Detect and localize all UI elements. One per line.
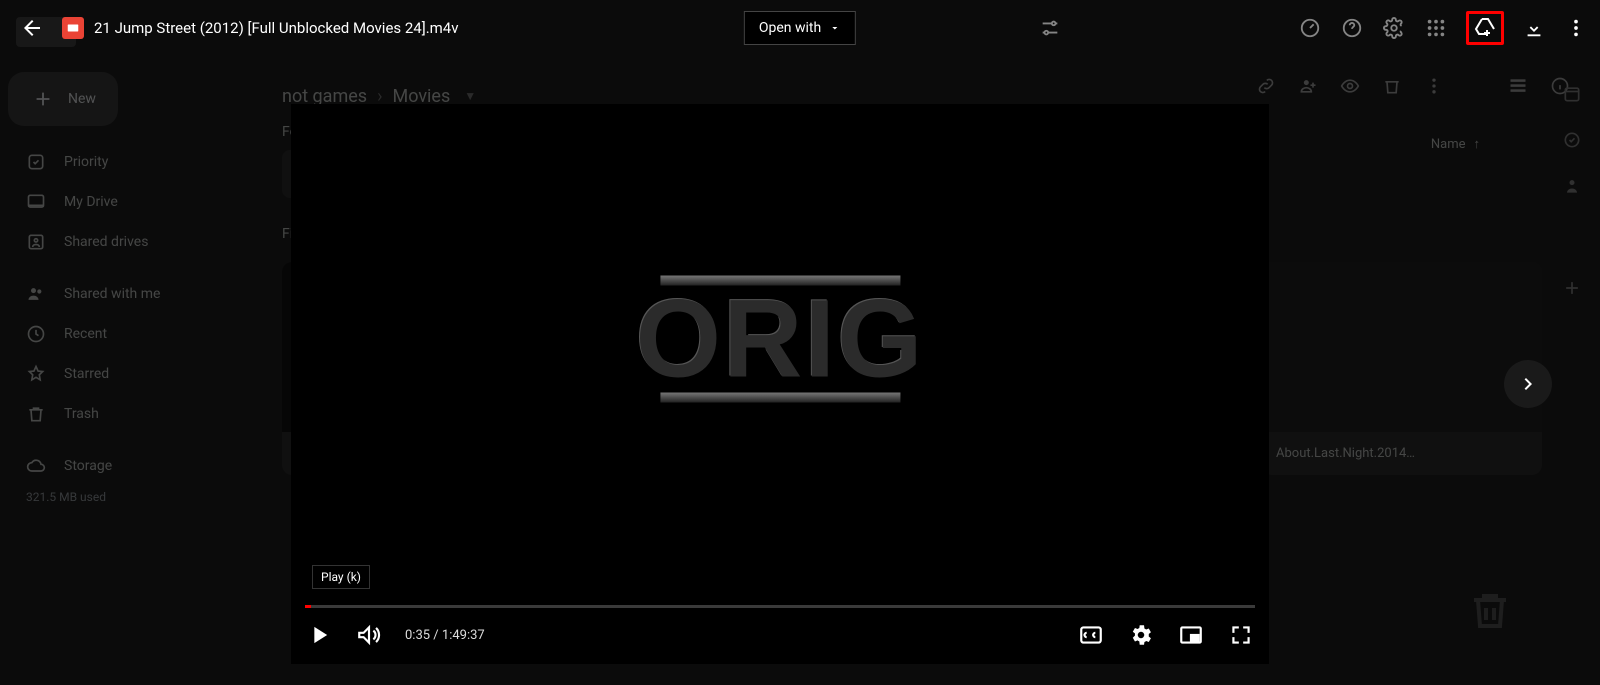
trash-icon[interactable] xyxy=(1382,76,1402,96)
drive-sidebar: New Priority My Drive Shared drives Shar… xyxy=(0,64,250,516)
chevron-down-icon xyxy=(829,22,841,34)
video-player[interactable]: ORIG 0:35 / 1:49:37 xyxy=(291,104,1269,664)
nav-label: Shared with me xyxy=(64,286,160,302)
preview-title: 21 Jump Street (2012) [Full Unblocked Mo… xyxy=(94,19,459,37)
chevron-down-icon[interactable]: ▼ xyxy=(464,89,476,103)
preview-top-right xyxy=(1038,11,1588,45)
back-button[interactable] xyxy=(12,8,52,48)
list-view-icon[interactable] xyxy=(1508,76,1528,96)
volume-button[interactable] xyxy=(355,621,383,649)
drive-icon xyxy=(26,192,46,212)
storage-used: 321.5 MB used xyxy=(8,486,242,508)
plus-icon xyxy=(32,88,54,110)
info-icon[interactable] xyxy=(1550,76,1570,96)
play-button[interactable] xyxy=(305,621,333,649)
nav-shared-drives[interactable]: Shared drives xyxy=(8,222,242,262)
trash-icon xyxy=(26,404,46,424)
nav-label: Starred xyxy=(64,366,109,382)
new-button-label: New xyxy=(68,91,96,107)
sliders-icon[interactable] xyxy=(1038,16,1062,40)
more-button[interactable] xyxy=(1564,16,1588,40)
apps-icon[interactable] xyxy=(1424,16,1448,40)
new-button[interactable]: New xyxy=(8,72,118,126)
miniplayer-button[interactable] xyxy=(1177,621,1205,649)
nav-starred[interactable]: Starred xyxy=(8,354,242,394)
nav-label: Trash xyxy=(64,406,99,422)
contacts-icon[interactable] xyxy=(1562,176,1582,196)
star-icon xyxy=(26,364,46,384)
keep-icon[interactable] xyxy=(1562,130,1582,150)
help-icon[interactable] xyxy=(1340,16,1364,40)
video-still: ORIG xyxy=(635,272,924,407)
captions-button[interactable] xyxy=(1077,621,1105,649)
cloud-icon xyxy=(26,456,46,476)
download-button[interactable] xyxy=(1522,16,1546,40)
settings-button[interactable] xyxy=(1127,621,1155,649)
people-icon xyxy=(26,284,46,304)
nav-label: Priority xyxy=(64,154,108,170)
drive-actions-toolbar xyxy=(1256,76,1570,96)
priority-icon xyxy=(26,152,46,172)
open-with-button[interactable]: Open with xyxy=(744,11,856,45)
eye-icon[interactable] xyxy=(1340,76,1360,96)
calendar-icon[interactable] xyxy=(1562,84,1582,104)
progress-played xyxy=(305,605,311,608)
nav-label: Storage xyxy=(64,458,112,474)
right-rail xyxy=(1544,64,1600,298)
nav-label: Recent xyxy=(64,326,107,342)
fullscreen-button[interactable] xyxy=(1227,621,1255,649)
nav-priority[interactable]: Priority xyxy=(8,142,242,182)
gauge-icon[interactable] xyxy=(1298,16,1322,40)
next-file-button[interactable] xyxy=(1504,360,1552,408)
play-tooltip: Play (k) xyxy=(312,565,370,589)
progress-bar[interactable] xyxy=(305,605,1255,608)
time-display: 0:35 / 1:49:37 xyxy=(405,628,485,643)
preview-topbar: 21 Jump Street (2012) [Full Unblocked Mo… xyxy=(0,0,1600,56)
shared-drives-icon xyxy=(26,232,46,252)
nav-shared-with-me[interactable]: Shared with me xyxy=(8,274,242,314)
nav-label: Shared drives xyxy=(64,234,148,250)
arrow-up-icon: ↑ xyxy=(1474,136,1481,152)
add-to-drive-highlighted xyxy=(1466,11,1504,45)
nav-trash[interactable]: Trash xyxy=(8,394,242,434)
nav-recent[interactable]: Recent xyxy=(8,314,242,354)
video-file-icon xyxy=(62,17,84,39)
clock-icon xyxy=(26,324,46,344)
add-person-icon[interactable] xyxy=(1298,76,1318,96)
nav-label: My Drive xyxy=(64,194,118,210)
video-controls: 0:35 / 1:49:37 xyxy=(291,605,1269,664)
file-name: About.Last.Night.2014… xyxy=(1262,432,1542,475)
add-icon[interactable] xyxy=(1562,278,1582,298)
open-with-label: Open with xyxy=(759,20,821,36)
nav-storage[interactable]: Storage xyxy=(8,446,242,486)
settings-icon[interactable] xyxy=(1382,16,1406,40)
add-to-drive-button[interactable] xyxy=(1473,16,1497,40)
file-card[interactable]: About.Last.Night.2014… xyxy=(1262,262,1542,475)
nav-my-drive[interactable]: My Drive xyxy=(8,182,242,222)
trash-large-icon xyxy=(1460,575,1520,645)
file-thumbnail xyxy=(1262,262,1542,432)
column-header-name[interactable]: Name ↑ xyxy=(1431,136,1480,152)
link-icon[interactable] xyxy=(1256,76,1276,96)
more-vert-icon[interactable] xyxy=(1424,76,1444,96)
